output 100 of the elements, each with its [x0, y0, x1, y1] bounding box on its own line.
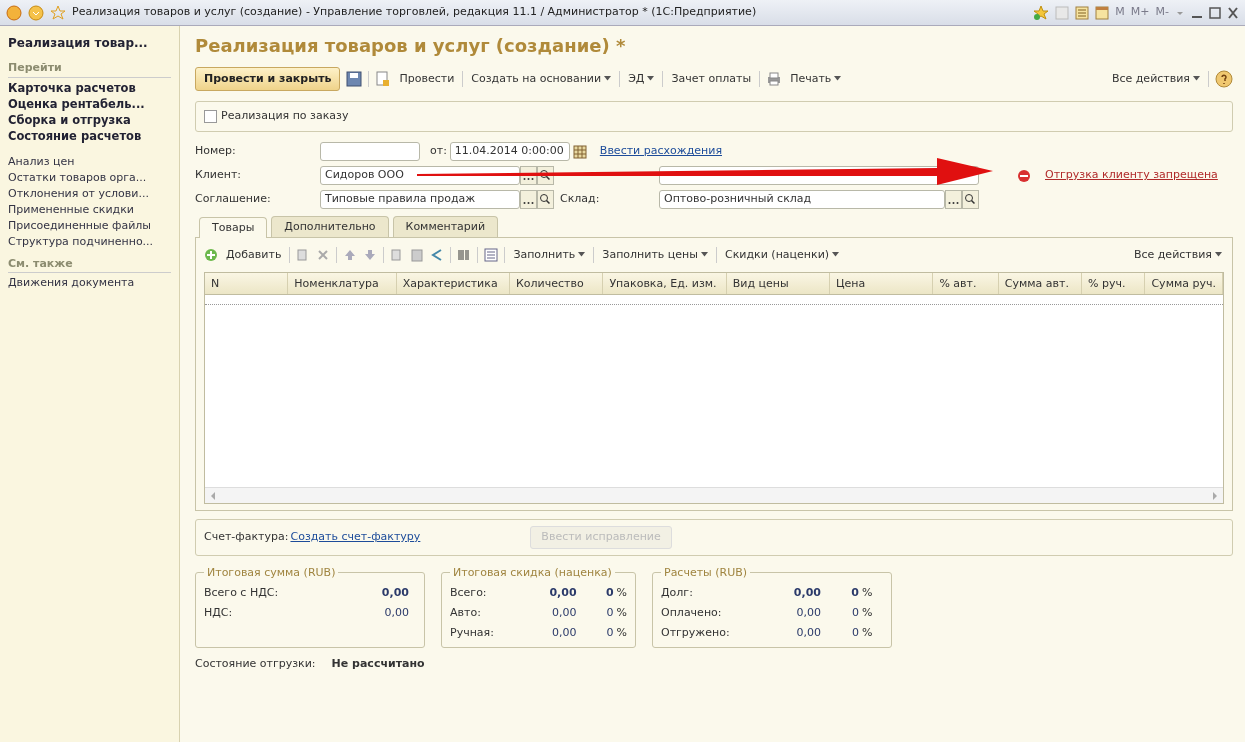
sidebar-heading: Перейти [8, 60, 171, 78]
warehouse-field[interactable]: Оптово-розничный склад [659, 190, 945, 209]
caret-icon [604, 76, 612, 82]
star-icon[interactable] [50, 4, 66, 21]
search-icon[interactable] [537, 190, 554, 209]
tab[interactable]: Дополнительно [271, 215, 389, 237]
menu-icon[interactable] [28, 4, 44, 21]
toolbar-dropdown[interactable]: Скидки (наценки) [722, 246, 842, 264]
all-actions-dropdown[interactable]: Все действия [1131, 246, 1224, 264]
sidebar-link[interactable]: Анализ цен [8, 153, 171, 170]
tab[interactable]: Комментарий [392, 215, 499, 237]
add-button[interactable]: Добавить [224, 246, 284, 264]
client-field[interactable]: Сидоров ООО [320, 166, 520, 185]
column-header[interactable]: Вид цены [726, 273, 831, 294]
favorites-icon[interactable] [1033, 4, 1050, 21]
field-label: от: [430, 143, 447, 160]
add-icon[interactable] [204, 248, 218, 262]
sidebar-link[interactable]: Движения документа [8, 275, 171, 291]
toolbar-dropdown[interactable]: ЭД [626, 70, 657, 88]
column-header[interactable]: % авт. [933, 273, 999, 294]
select-button[interactable] [520, 166, 537, 185]
all-actions-dropdown[interactable]: Все действия [1109, 70, 1202, 88]
percent-value: 0 [850, 584, 859, 601]
sidebar-title[interactable]: Реализация товар... [8, 34, 171, 52]
checkbox[interactable] [204, 109, 217, 123]
sidebar-link[interactable]: Карточка расчетов [8, 79, 171, 96]
help-icon[interactable] [1215, 70, 1233, 88]
tab[interactable]: Товары [199, 216, 268, 238]
total-label: НДС: [204, 604, 234, 621]
column-header[interactable]: Сумма авт. [998, 273, 1083, 294]
column-header[interactable]: Сумма руч. [1145, 273, 1223, 294]
column-header[interactable]: Количество [510, 273, 604, 294]
column-header[interactable]: N [205, 273, 289, 294]
percent-sign: % [862, 604, 873, 621]
toolbar-dropdown[interactable]: Заполнить цены [600, 246, 710, 264]
sidebar-link[interactable]: Структура подчиненно... [8, 233, 171, 250]
agreement-field[interactable]: Типовые правила продаж [320, 190, 520, 209]
column-header[interactable]: Упаковка, Ед. изм. [603, 273, 727, 294]
app-logo-icon[interactable] [6, 4, 22, 21]
sidebar-link[interactable]: Остатки товаров орга... [8, 169, 171, 186]
calculator-icon[interactable] [1075, 5, 1090, 20]
toolbar-button[interactable]: Зачет оплаты [669, 70, 754, 88]
stop-icon [1017, 168, 1031, 183]
sidebar-link[interactable]: Оценка рентабель... [8, 95, 171, 112]
delete-icon[interactable] [316, 248, 331, 262]
toolbar-button[interactable]: Провести [397, 70, 457, 88]
caret-icon [578, 252, 586, 258]
scroll-left-icon[interactable] [209, 490, 217, 501]
warning-link[interactable]: Отгрузка клиенту запрещена [1045, 167, 1218, 184]
status-value: Не рассчитано [331, 655, 425, 672]
maximize-icon[interactable] [1209, 5, 1221, 20]
total-value: 0,00 [795, 624, 821, 641]
percent-sign: % [616, 604, 627, 621]
search-icon[interactable] [962, 190, 979, 209]
toolbar-dropdown[interactable]: Печать [788, 70, 844, 88]
toolbar-dropdown[interactable]: Создать на основании [469, 70, 614, 88]
move-down-icon[interactable] [363, 248, 378, 262]
printer-icon[interactable] [766, 71, 783, 87]
sidebar-link[interactable]: Состояние расчетов [8, 127, 171, 144]
total-label: Долг: [661, 584, 694, 601]
sidebar-link[interactable]: Отклонения от услови... [8, 185, 171, 202]
post-icon[interactable] [375, 71, 392, 87]
save-icon[interactable] [346, 71, 363, 87]
date-field[interactable]: 11.04.2014 0:00:00 [449, 142, 570, 161]
percent-sign: % [616, 584, 627, 601]
caret-icon [834, 76, 842, 82]
percent-value: 0 [851, 604, 859, 621]
total-value: 0,00 [795, 604, 821, 621]
percent-value: 0 [851, 624, 859, 641]
caret-icon [647, 76, 655, 82]
list-icon[interactable] [484, 248, 499, 262]
calendar-icon[interactable] [571, 143, 588, 160]
calendar-icon[interactable] [1095, 5, 1110, 20]
percent-sign: % [862, 584, 873, 601]
caret-icon [832, 252, 840, 258]
memory-key[interactable]: M [1115, 4, 1125, 21]
window-title: Реализация товаров и услуг (создание) - Управление торговлей, редакция 11.1 / Администратор * (1С:Предприятие) [72, 4, 757, 21]
column-header[interactable]: Цена [830, 273, 934, 294]
post-and-close-button[interactable]: Провести и закрыть [195, 66, 341, 92]
toolbar-dropdown[interactable]: Заполнить [511, 246, 588, 264]
percent-value: 0 [604, 584, 614, 601]
total-label: Ручная: [450, 624, 495, 641]
column-header[interactable]: Номенклатура [288, 273, 397, 294]
total-label: Отгружено: [661, 624, 731, 641]
percent-sign: % [616, 624, 627, 641]
close-icon[interactable] [1227, 5, 1239, 20]
column-header[interactable]: % руч. [1082, 273, 1146, 294]
sidebar-link[interactable]: Примененные скидки [8, 201, 171, 218]
field-label: Соглашение: [195, 191, 272, 208]
scroll-right-icon[interactable] [1211, 490, 1219, 501]
percent-value: 0 [605, 624, 614, 641]
discrepancy-link[interactable]: Ввести расхождения [599, 143, 722, 160]
memory-key[interactable]: M+ [1130, 4, 1150, 21]
column-header[interactable]: Характеристика [396, 273, 511, 294]
number-field[interactable] [320, 142, 420, 161]
total-label: Всего: [450, 584, 488, 601]
move-up-icon[interactable] [343, 248, 358, 262]
memory-key[interactable]: M- [1155, 4, 1169, 21]
sidebar-link[interactable]: Сборка и отгрузка [8, 111, 171, 128]
sidebar-link[interactable]: Присоединенные файлы [8, 217, 171, 234]
